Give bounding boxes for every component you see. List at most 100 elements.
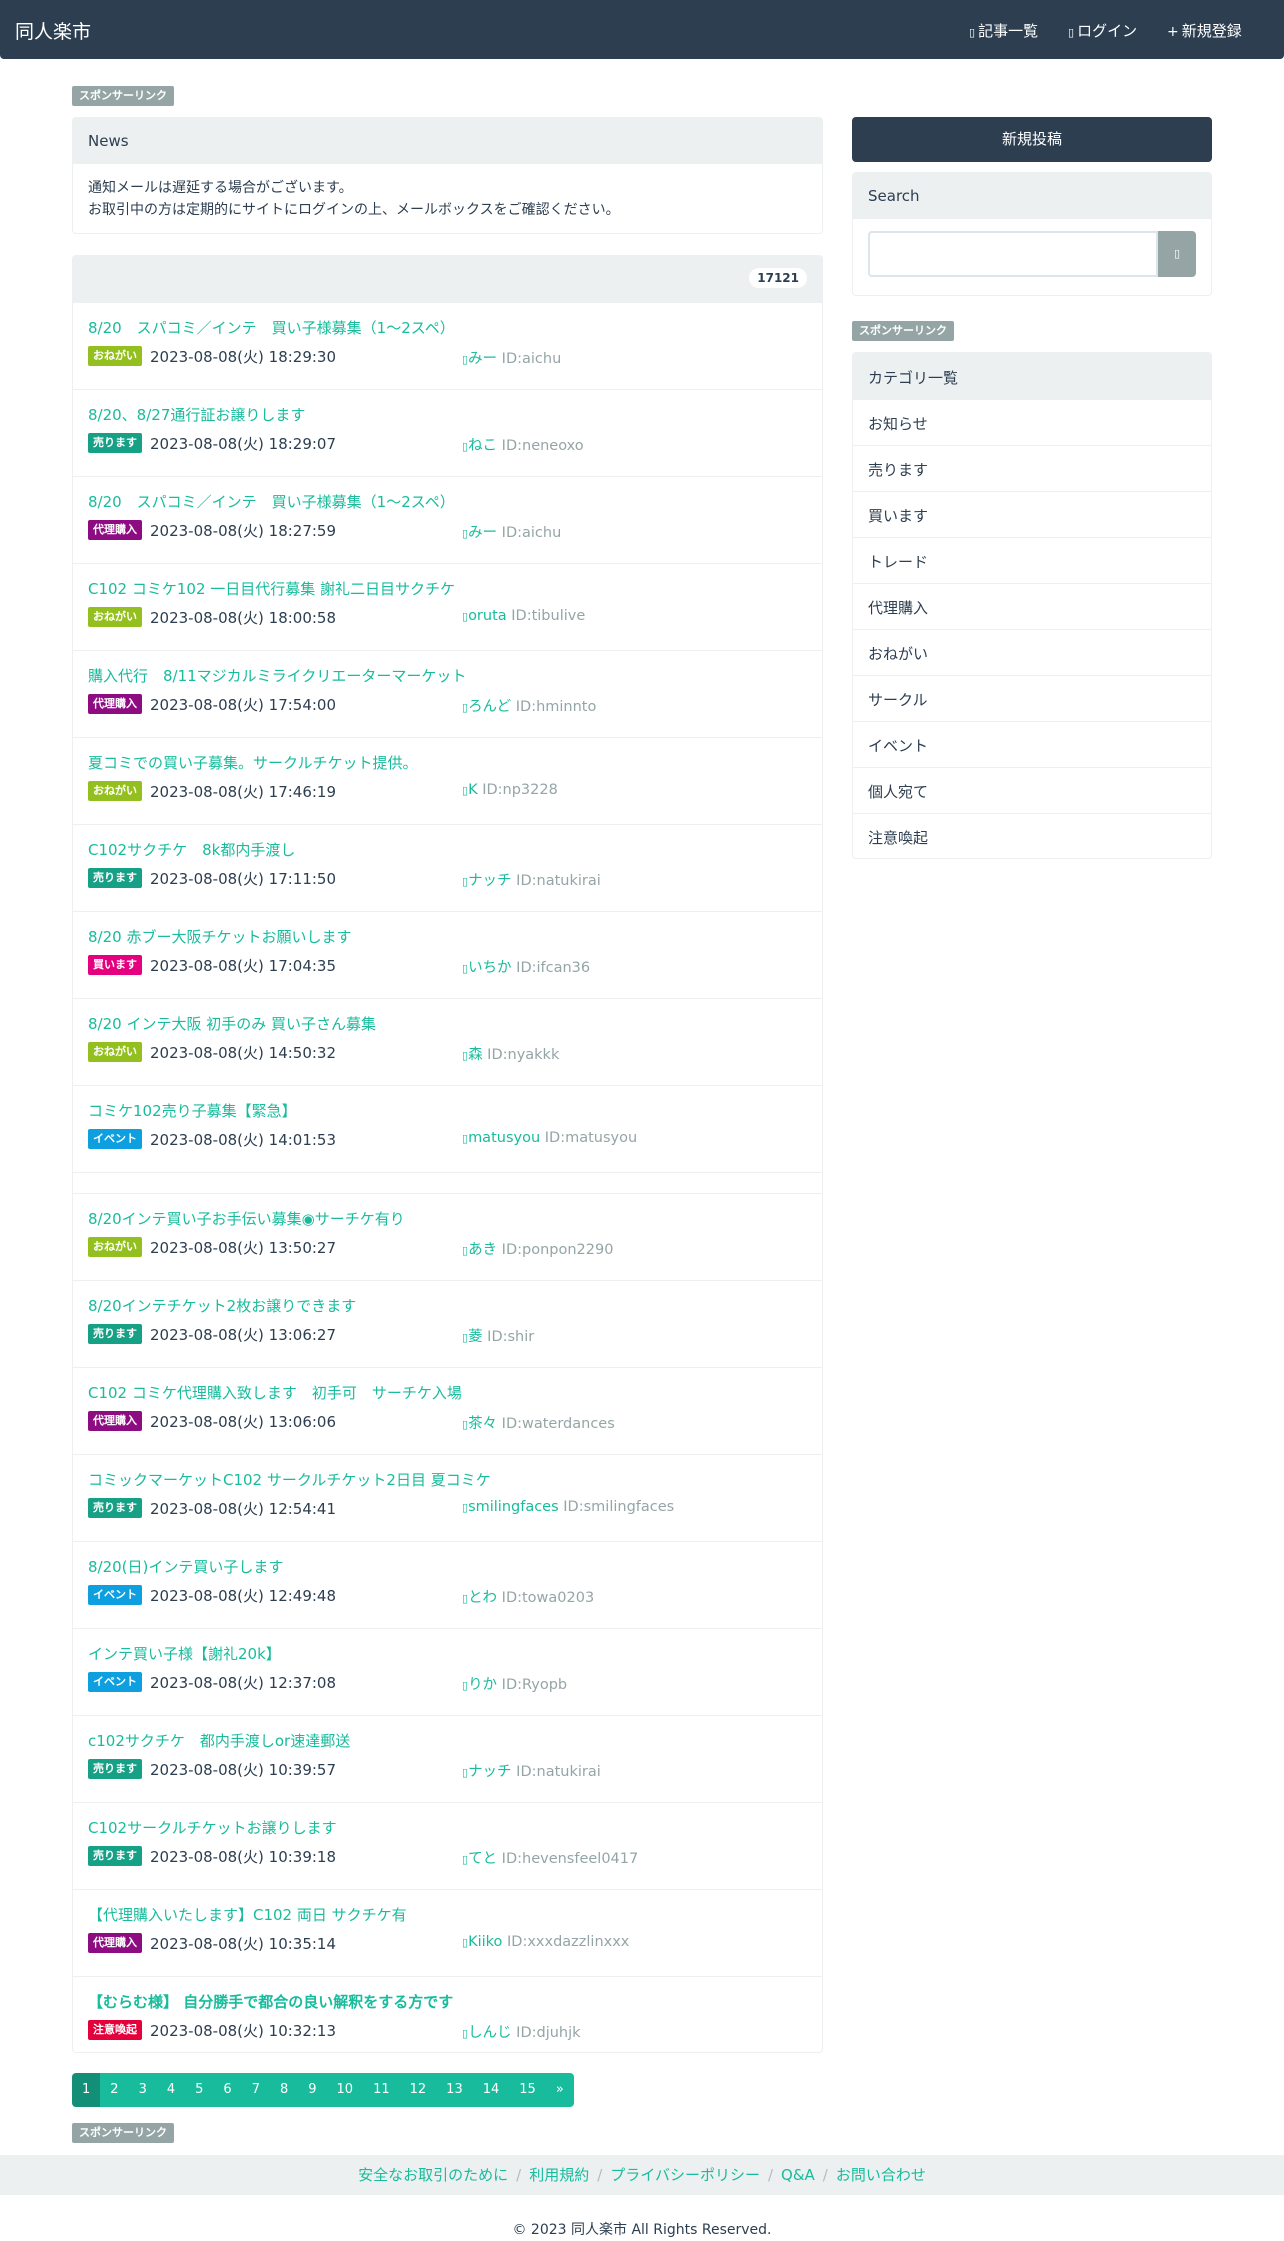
post-title-link[interactable]: インテ買い子様【謝礼20k】: [88, 1643, 281, 1664]
page-link[interactable]: 7: [241, 2073, 270, 2107]
category-item[interactable]: 代理購入: [853, 583, 1211, 629]
post-title-link[interactable]: C102サクチケ 8k都内手渡し: [88, 839, 295, 860]
user-name-link[interactable]: matusyou: [468, 1130, 540, 1146]
category-item[interactable]: 売ります: [853, 445, 1211, 491]
user-name-link[interactable]: ナッチ: [468, 1764, 512, 1780]
post-title-link[interactable]: 8/20 インテ大阪 初手のみ 買い子さん募集: [88, 1013, 376, 1034]
nav-login-label: ログイン: [1077, 22, 1138, 40]
user-id: ID:smilingfaces: [563, 1499, 675, 1515]
category-tag: おねがい: [88, 781, 142, 801]
page-link[interactable]: 11: [363, 2073, 400, 2107]
post-row: C102サークルチケットお譲りします 売ります 2023-08-08(火) 10:3…: [73, 1802, 822, 1889]
category-tag: 代理購入: [88, 1411, 142, 1431]
search-input[interactable]: [868, 231, 1158, 277]
post-title-link[interactable]: 購入代行 8/11マジカルミライクリエーターマーケット: [88, 665, 466, 686]
category-item[interactable]: 個人宛て: [853, 767, 1211, 813]
post-row: c102サクチケ 都内手渡しor速達郵送 売ります 2023-08-08(火) 10…: [73, 1715, 822, 1802]
page-link[interactable]: 14: [472, 2073, 510, 2107]
page-next-link[interactable]: »: [545, 2073, 574, 2107]
nav-login-link[interactable]: ▯ ログイン: [1068, 20, 1137, 41]
footer-link[interactable]: 安全なお取引のために: [358, 2166, 508, 2184]
page-link[interactable]: 2: [100, 2073, 129, 2107]
post-title-link[interactable]: 【代理購入いたします】C102 両日 サクチケ有: [88, 1904, 407, 1925]
page-link[interactable]: 10: [326, 2073, 364, 2107]
post-title-link[interactable]: 8/20 スパコミ／インテ 買い子様募集（1〜2スペ）: [88, 491, 455, 512]
page-link[interactable]: 12: [399, 2073, 437, 2107]
nav-register-link[interactable]: + 新規登録: [1167, 20, 1242, 41]
site-logo[interactable]: 同人楽市: [15, 17, 91, 44]
category-item[interactable]: サークル: [853, 675, 1211, 721]
post-row: 購入代行 8/11マジカルミライクリエーターマーケット 代理購入 2023-08-0…: [73, 650, 822, 737]
post-title-link[interactable]: 【むらむ様】 自分勝手で都合の良い解釈をする方です: [88, 1991, 453, 2012]
page-link[interactable]: 13: [436, 2073, 473, 2107]
page-link[interactable]: 6: [213, 2073, 242, 2107]
post-date: 2023-08-08(火) 17:46:19: [150, 783, 337, 801]
post-title-link[interactable]: C102 コミケ102 一日目代行募集 謝礼二日目サクチケ: [88, 578, 455, 599]
new-post-button[interactable]: 新規投稿: [852, 117, 1212, 162]
page-link[interactable]: 1: [72, 2073, 101, 2107]
nav-articles-link[interactable]: ▯ 記事一覧: [969, 20, 1038, 41]
user-name-link[interactable]: 茶々: [468, 1416, 497, 1432]
post-title-link[interactable]: C102サークルチケットお譲りします: [88, 1817, 337, 1838]
post-title-link[interactable]: C102 コミケ代理購入致します 初手可 サーチケ入場: [88, 1382, 462, 1403]
user-name-link[interactable]: oruta: [468, 608, 507, 624]
post-title-link[interactable]: 8/20、8/27通行証お譲りします: [88, 404, 305, 425]
category-item[interactable]: イベント: [853, 721, 1211, 767]
user-name-link[interactable]: いちか: [468, 960, 512, 976]
post-title-link[interactable]: コミックマーケットC102 サークルチケット2日目 夏コミケ: [88, 1469, 491, 1490]
footer-link[interactable]: 利用規約: [529, 2166, 589, 2184]
category-tag: 売ります: [88, 433, 142, 453]
sponsor-badge: スポンサーリンク: [72, 86, 174, 106]
footer-separator: /: [516, 2166, 522, 2184]
user-name-link[interactable]: みー: [468, 525, 497, 541]
footer-link[interactable]: お問い合わせ: [836, 2166, 926, 2184]
category-item[interactable]: おねがい: [853, 629, 1211, 675]
user-name-link[interactable]: あき: [468, 1242, 497, 1258]
category-item[interactable]: 買います: [853, 491, 1211, 537]
user-name-link[interactable]: 森: [468, 1047, 483, 1063]
post-user: ▯ろんど ID:hminnto: [462, 695, 596, 716]
user-name-link[interactable]: Kiiko: [468, 1934, 502, 1950]
post-title-link[interactable]: c102サクチケ 都内手渡しor速達郵送: [88, 1730, 350, 1751]
user-id: ID:aichu: [501, 351, 562, 367]
post-title-link[interactable]: 夏コミでの買い子募集。サークルチケット提供。: [88, 752, 418, 773]
user-name-link[interactable]: 菱: [468, 1329, 483, 1345]
user-id: ID:matusyou: [544, 1130, 638, 1146]
footer-link[interactable]: Q&A: [781, 2166, 815, 2184]
user-id: ID:tibulive: [511, 608, 586, 624]
post-title-link[interactable]: 8/20インテチケット2枚お譲りできます: [88, 1295, 356, 1316]
category-item[interactable]: お知らせ: [853, 399, 1211, 445]
user-name-link[interactable]: smilingfaces: [468, 1499, 559, 1515]
user-id: ID:natukirai: [516, 873, 601, 889]
post-date: 2023-08-08(火) 12:54:41: [150, 1500, 337, 1518]
post-row: C102サクチケ 8k都内手渡し 売ります 2023-08-08(火) 17:11:…: [73, 824, 822, 911]
search-button[interactable]: ▯: [1158, 231, 1196, 277]
post-title-link[interactable]: 8/20 スパコミ／インテ 買い子様募集（1〜2スペ）: [88, 317, 455, 338]
post-row: 8/20インテ買い子お手伝い募集◉サーチケ有り おねがい 2023-08-08(火)…: [73, 1193, 822, 1280]
post-title-link[interactable]: 8/20(日)インテ買い子します: [88, 1556, 283, 1577]
user-name-link[interactable]: ねこ: [468, 438, 497, 454]
page-link[interactable]: 4: [156, 2073, 186, 2107]
page-link[interactable]: 5: [185, 2073, 214, 2107]
user-name-link[interactable]: ナッチ: [468, 873, 512, 889]
page-link[interactable]: 15: [509, 2073, 546, 2107]
user-name-link[interactable]: みー: [468, 351, 497, 367]
post-title-link[interactable]: コミケ102売り子募集【緊急】: [88, 1100, 297, 1121]
page-link[interactable]: 8: [269, 2073, 299, 2107]
post-date: 2023-08-08(火) 17:11:50: [150, 870, 337, 888]
page-link[interactable]: 9: [298, 2073, 327, 2107]
post-row: 8/20 スパコミ／インテ 買い子様募集（1〜2スペ） おねがい 2023-08-0…: [73, 302, 822, 389]
user-name-link[interactable]: K: [468, 782, 478, 798]
post-title-link[interactable]: 8/20インテ買い子お手伝い募集◉サーチケ有り: [88, 1208, 405, 1229]
user-name-link[interactable]: しんじ: [468, 2025, 512, 2041]
category-item[interactable]: トレード: [853, 537, 1211, 583]
post-title-link[interactable]: 8/20 赤ブー大阪チケットお願いします: [88, 926, 351, 947]
user-name-link[interactable]: りか: [468, 1677, 497, 1693]
user-name-link[interactable]: ろんど: [468, 699, 511, 715]
sponsor-badge: スポンサーリンク: [72, 2123, 174, 2143]
category-item[interactable]: 注意喚起: [853, 813, 1211, 858]
page-link[interactable]: 3: [128, 2073, 157, 2107]
user-name-link[interactable]: てと: [468, 1851, 497, 1867]
user-name-link[interactable]: とわ: [468, 1590, 497, 1606]
footer-link[interactable]: プライバシーポリシー: [610, 2166, 760, 2184]
